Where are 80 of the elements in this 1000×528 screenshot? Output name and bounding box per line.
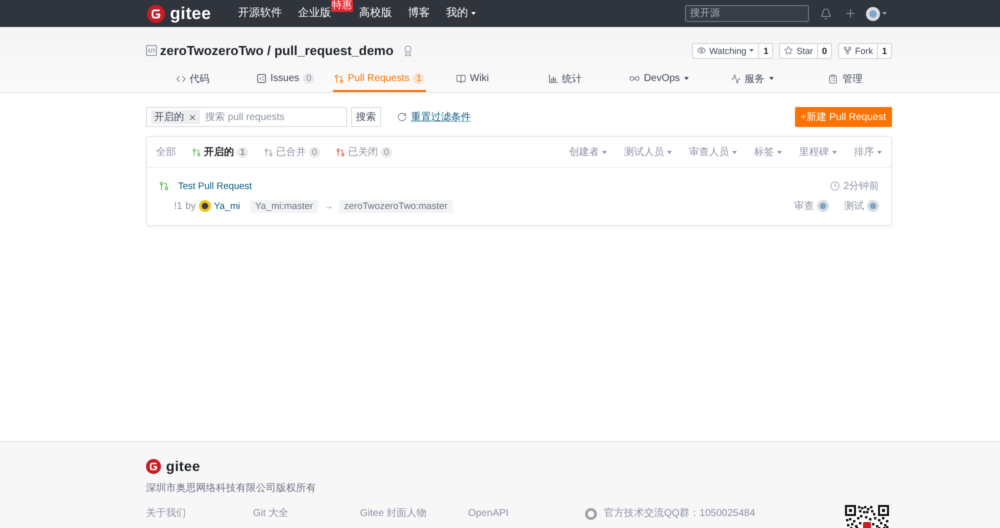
repo-action-count[interactable]: 0 xyxy=(818,42,832,58)
code-square-icon xyxy=(146,45,157,56)
book-icon xyxy=(456,74,466,84)
tester-avatar xyxy=(867,200,879,212)
count-badge: 0 xyxy=(381,146,392,158)
by-label: by xyxy=(185,200,196,212)
user-avatar xyxy=(866,6,880,20)
bar-chart-icon xyxy=(549,74,558,83)
search-button[interactable]: 搜索 xyxy=(351,107,381,127)
caret-icon xyxy=(832,150,837,154)
nav-link[interactable]: 高校版 xyxy=(359,7,392,20)
nav-link[interactable]: 博客 xyxy=(408,7,430,20)
caret-icon xyxy=(877,150,882,154)
branch-tag: zeroTwozeroTwo:master xyxy=(339,200,453,212)
count-badge: 0 xyxy=(309,146,320,158)
filter-search-field[interactable]: 开启的 搜索 pull requests xyxy=(146,107,347,127)
pr-title-link[interactable]: Test Pull Request xyxy=(178,180,252,192)
testers-label: 测试 xyxy=(844,200,864,213)
clipboard-icon xyxy=(828,74,838,84)
state-tab[interactable]: 开启的 1 xyxy=(192,145,248,159)
filter-chip[interactable]: 开启的 xyxy=(151,110,200,124)
pull-request-icon xyxy=(159,181,169,191)
reviewer-avatar xyxy=(817,200,829,212)
caret-icon xyxy=(732,150,737,154)
pull-request-icon xyxy=(334,74,344,84)
repo-tab[interactable]: Wiki xyxy=(426,67,519,92)
pr-time: 2分钟前 xyxy=(843,180,879,193)
author-link[interactable]: Ya_mi xyxy=(214,200,240,212)
nav-link[interactable]: 我的 xyxy=(446,7,476,20)
repo-tab[interactable]: Issues 0 xyxy=(239,67,332,92)
caret-icon xyxy=(667,150,672,154)
pull-request-icon xyxy=(264,148,274,156)
repo-tab[interactable]: 统计 xyxy=(519,67,612,92)
eye-icon xyxy=(697,46,706,55)
nav-link[interactable]: 企业版 xyxy=(298,7,332,20)
caret-icon xyxy=(777,150,782,154)
promo-badge: 特惠 xyxy=(331,0,354,12)
plus-icon[interactable] xyxy=(844,7,857,20)
repo-tab[interactable]: 管理 xyxy=(798,67,892,92)
repo-tab[interactable]: 服务 xyxy=(706,67,799,92)
repo-title[interactable]: zeroTwozeroTwo / pull_request_demo xyxy=(160,42,394,59)
clock-icon xyxy=(830,181,840,191)
fork-icon xyxy=(842,46,852,55)
count-badge: 1 xyxy=(237,146,248,158)
branch-tag: Ya_mi:master xyxy=(250,200,318,212)
repo-action-count[interactable]: 1 xyxy=(759,42,774,58)
copyright-text: 深圳市奥思网络科技有限公司版权所有 xyxy=(146,483,316,495)
reset-icon xyxy=(397,112,407,122)
reset-filters-link[interactable]: 重置过滤条件 xyxy=(411,110,471,124)
brand-name[interactable]: gitee xyxy=(170,4,212,22)
award-icon xyxy=(402,44,414,56)
pulse-icon xyxy=(730,74,741,84)
logo-icon xyxy=(146,458,161,474)
count-badge: 1 xyxy=(413,73,424,84)
ring-icon xyxy=(585,508,597,520)
repo-action-button[interactable]: Star xyxy=(779,42,818,58)
code-icon xyxy=(176,74,186,84)
branch-arrow: → xyxy=(324,201,334,211)
bell-icon[interactable] xyxy=(820,8,832,20)
repo-action-count[interactable]: 1 xyxy=(878,42,892,58)
pr-number: !1 xyxy=(174,200,182,212)
issues-icon xyxy=(257,74,266,83)
search-field[interactable]: 搜开源 xyxy=(685,5,809,22)
contact-text: 官方技术交流QQ群：1050025484 xyxy=(604,508,756,520)
repo-tab[interactable]: DevOps xyxy=(612,67,706,92)
caret-icon xyxy=(602,150,607,154)
author-avatar xyxy=(198,200,211,212)
reviewers-label: 审查 xyxy=(794,200,814,213)
close-icon[interactable] xyxy=(188,112,197,122)
count-badge: 0 xyxy=(303,73,314,84)
pull-request-icon xyxy=(336,148,346,156)
caret-icon xyxy=(882,12,887,15)
brand-name[interactable]: gitee xyxy=(166,457,200,475)
repo-tab[interactable]: 代码 xyxy=(146,67,240,92)
logo-icon xyxy=(147,4,165,22)
repo-action-button[interactable]: Watching xyxy=(692,42,760,58)
nav-link[interactable]: 开源软件 xyxy=(238,7,282,20)
repo-action-button[interactable]: Fork xyxy=(838,42,878,58)
star-icon xyxy=(784,46,794,55)
pull-request-icon xyxy=(192,148,201,156)
